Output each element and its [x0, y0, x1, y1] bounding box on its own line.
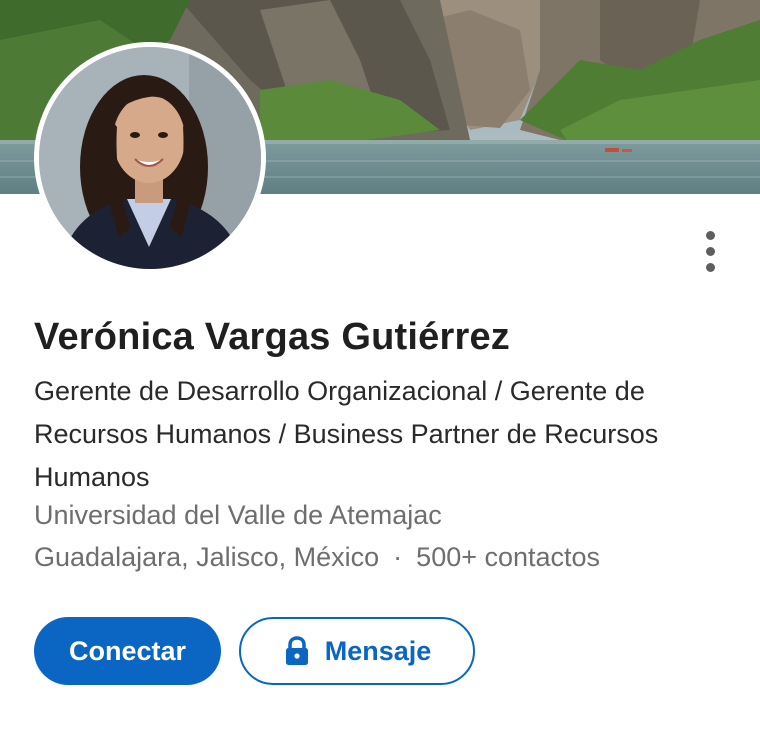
profile-meta: Guadalajara, Jalisco, México · 500+ contac… — [34, 542, 600, 573]
meta-separator: · — [393, 542, 403, 572]
message-button[interactable]: Mensaje — [239, 617, 475, 685]
connect-button-label: Conectar — [68, 635, 187, 666]
profile-photo[interactable] — [34, 42, 266, 274]
more-vertical-icon-dot — [705, 246, 715, 256]
avatar — [39, 47, 261, 269]
connect-button[interactable]: Conectar — [34, 617, 221, 685]
lock-icon — [283, 636, 311, 666]
more-vertical-icon-dot — [705, 262, 715, 272]
message-button-label: Mensaje — [324, 635, 432, 666]
connections-count[interactable]: 500+ contactos — [416, 542, 600, 572]
profile-school[interactable]: Universidad del Valle de Atemajac — [34, 500, 442, 531]
profile-name: Verónica Vargas Gutiérrez — [34, 316, 511, 358]
more-vertical-icon — [705, 230, 715, 240]
profile-headline: Gerente de Desarrollo Organizacional / G… — [34, 376, 659, 492]
more-options-button[interactable] — [688, 222, 732, 280]
profile-location: Guadalajara, Jalisco, México — [34, 542, 380, 572]
